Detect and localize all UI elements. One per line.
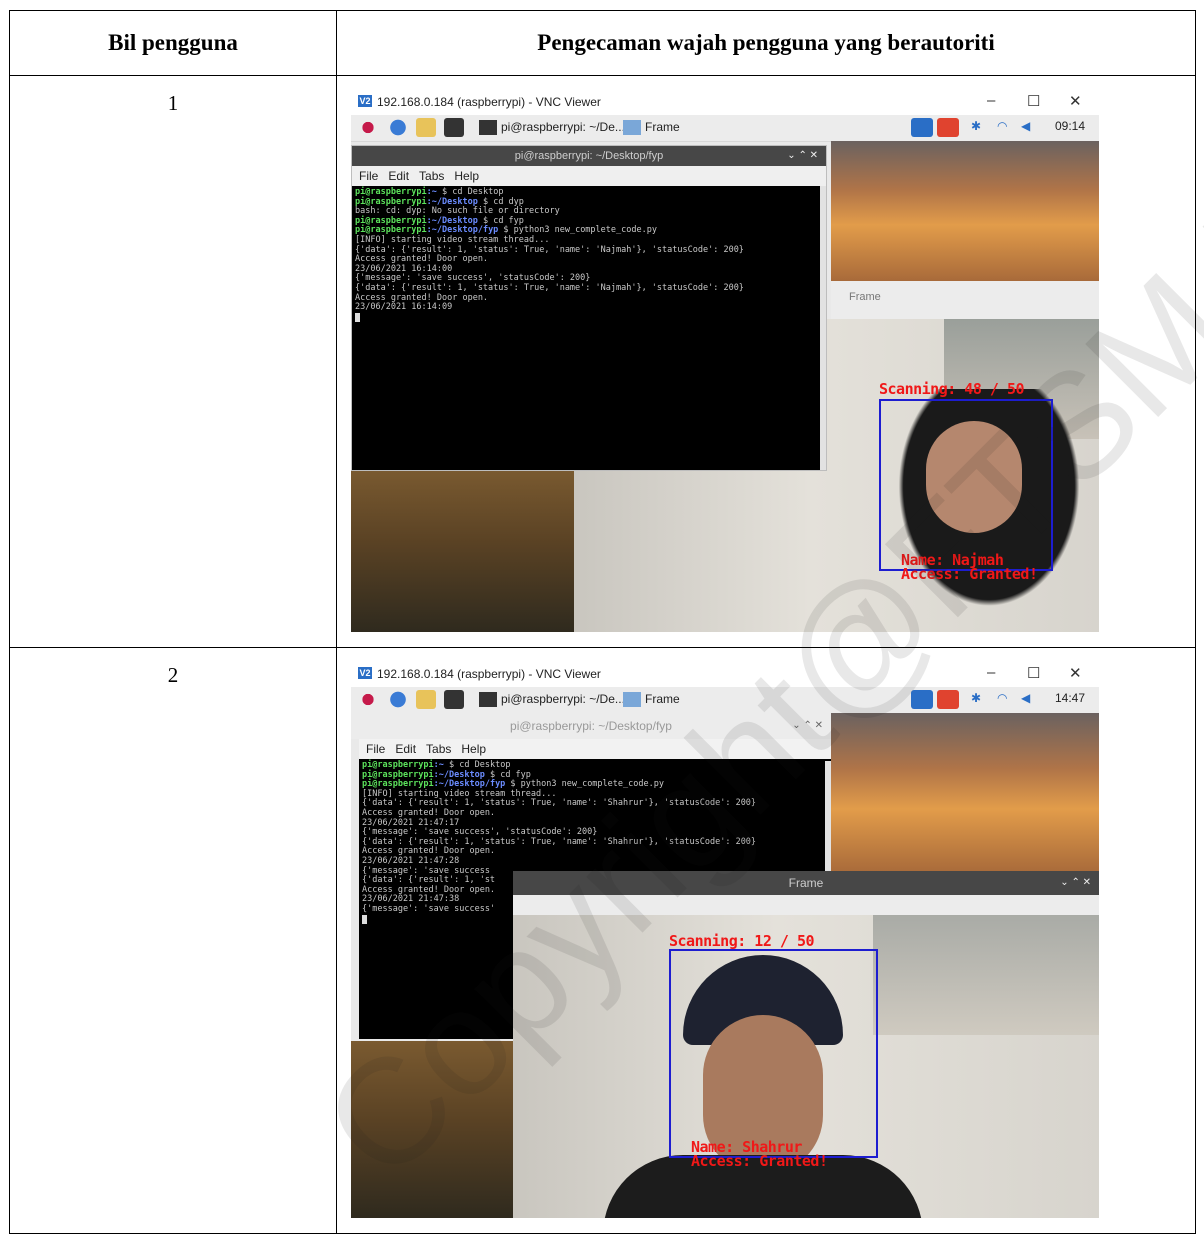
- pi-taskbar: pi@raspberrypi: ~/De... Frame ✱ ◠ ◀ 14:4…: [351, 687, 1099, 714]
- overlay-scanning: Scanning: 12 / 50: [669, 932, 815, 950]
- vnc-screenshot-2: V2 192.168.0.184 (raspberrypi) - VNC Vie…: [351, 661, 1099, 1218]
- row-2-number: 2: [9, 647, 337, 1234]
- vnc-tray-icon[interactable]: [911, 690, 933, 709]
- menu-help[interactable]: Help: [454, 169, 479, 183]
- taskbar-terminal-button[interactable]: pi@raspberrypi: ~/De...: [477, 690, 625, 709]
- close-icon[interactable]: ✕: [1069, 664, 1082, 682]
- terminal-scrollbar[interactable]: [820, 186, 826, 470]
- frame-window-header: Frame: [831, 281, 1099, 319]
- terminal-icon[interactable]: [444, 690, 464, 709]
- overlay-access: Access: Granted!: [901, 565, 1038, 583]
- browser-icon[interactable]: [388, 690, 408, 709]
- overlay-access: Access: Granted!: [691, 1152, 828, 1170]
- face-bounding-box: [669, 949, 878, 1158]
- terminal-cursor: [355, 312, 360, 322]
- vnc-titlebar: V2 192.168.0.184 (raspberrypi) - VNC Vie…: [351, 89, 1099, 115]
- terminal-titlebar: pi@raspberrypi: ~/Desktop/fyp ⌄ ⌃ ✕: [352, 146, 826, 166]
- menu-edit[interactable]: Edit: [395, 742, 416, 756]
- header-pengecaman: Pengecaman wajah pengguna yang berautori…: [336, 10, 1196, 76]
- terminal-cursor: [362, 914, 367, 924]
- wifi-icon[interactable]: ◠: [997, 119, 1007, 133]
- wall-photos: [873, 915, 1099, 1035]
- row-1-number: 1: [9, 75, 337, 648]
- vnc-titlebar: V2 192.168.0.184 (raspberrypi) - VNC Vie…: [351, 661, 1099, 687]
- desktop-wallpaper: [831, 141, 1099, 281]
- terminal-window-controls-icon[interactable]: ⌄ ⌃ ✕: [787, 146, 818, 166]
- volume-icon[interactable]: ◀: [1021, 119, 1030, 133]
- menu-help[interactable]: Help: [461, 742, 486, 756]
- header-bil-pengguna: Bil pengguna: [9, 10, 337, 76]
- desktop-wallpaper: [831, 713, 1099, 873]
- terminal-menubar: File Edit Tabs Help: [352, 166, 826, 186]
- minimize-icon[interactable]: –: [987, 92, 995, 109]
- minimize-icon[interactable]: –: [987, 664, 995, 681]
- terminal-output: pi@raspberrypi:~ $ cd Desktop pi@raspberr…: [352, 186, 826, 324]
- vnc-logo-icon: V2: [358, 95, 372, 107]
- results-table: Bil pengguna Pengecaman wajah pengguna y…: [9, 10, 1196, 1234]
- menu-edit[interactable]: Edit: [388, 169, 409, 183]
- maximize-icon[interactable]: ☐: [1027, 664, 1040, 682]
- terminal-icon[interactable]: [444, 118, 464, 137]
- bluetooth-icon[interactable]: ✱: [971, 119, 981, 133]
- vnc-window-title: 192.168.0.184 (raspberrypi) - VNC Viewer: [377, 95, 601, 109]
- raspberry-menu-icon[interactable]: [358, 118, 378, 137]
- frame-window-titlebar: Frame ⌄ ⌃ ✕: [513, 871, 1099, 895]
- terminal-titlebar: pi@raspberrypi: ~/Desktop/fyp ⌄ ⌃ ✕: [351, 713, 831, 739]
- menu-file[interactable]: File: [366, 742, 385, 756]
- frame-window-toolbar: [513, 895, 1099, 915]
- maximize-icon[interactable]: ☐: [1027, 92, 1040, 110]
- folder-icon[interactable]: [416, 118, 436, 137]
- wifi-icon[interactable]: ◠: [997, 691, 1007, 705]
- overlay-scanning: Scanning: 48 / 50: [879, 380, 1025, 398]
- taskbar-frame-button[interactable]: Frame: [621, 690, 680, 709]
- taskbar-frame-button[interactable]: Frame: [621, 118, 680, 137]
- clock: 09:14: [1055, 119, 1086, 133]
- frame-window-controls-icon[interactable]: ⌄ ⌃ ✕: [1060, 871, 1091, 895]
- desktop-wallpaper-bottom: [351, 469, 574, 632]
- row-1-screenshot-cell: V2 192.168.0.184 (raspberrypi) - VNC Vie…: [336, 75, 1196, 648]
- volume-icon[interactable]: ◀: [1021, 691, 1030, 705]
- clock: 14:47: [1055, 691, 1086, 705]
- raspberry-menu-icon[interactable]: [358, 690, 378, 709]
- browser-icon[interactable]: [388, 118, 408, 137]
- frame-label: Frame: [849, 291, 881, 303]
- menu-tabs[interactable]: Tabs: [419, 169, 444, 183]
- terminal-window-controls-icon[interactable]: ⌄ ⌃ ✕: [792, 713, 823, 739]
- vnc-logo-icon: V2: [358, 667, 372, 679]
- vnc-screenshot-1: V2 192.168.0.184 (raspberrypi) - VNC Vie…: [351, 89, 1099, 632]
- close-icon[interactable]: ✕: [1069, 92, 1082, 110]
- menu-tabs[interactable]: Tabs: [426, 742, 451, 756]
- taskbar-terminal-button[interactable]: pi@raspberrypi: ~/De...: [477, 118, 625, 137]
- terminal-menubar: File Edit Tabs Help: [359, 739, 831, 759]
- vnc-tray-icon[interactable]: [911, 118, 933, 137]
- folder-icon[interactable]: [416, 690, 436, 709]
- row-2-screenshot-cell: V2 192.168.0.184 (raspberrypi) - VNC Vie…: [336, 647, 1196, 1234]
- pi-taskbar: pi@raspberrypi: ~/De... Frame ✱ ◠ ◀ 09:1…: [351, 115, 1099, 142]
- anydesk-tray-icon[interactable]: [937, 118, 959, 137]
- bluetooth-icon[interactable]: ✱: [971, 691, 981, 705]
- face-bounding-box: [879, 399, 1053, 571]
- menu-file[interactable]: File: [359, 169, 378, 183]
- terminal-window[interactable]: pi@raspberrypi: ~/Desktop/fyp ⌄ ⌃ ✕ File E…: [351, 145, 827, 471]
- anydesk-tray-icon[interactable]: [937, 690, 959, 709]
- terminal-line: 23/06/2021 16:14:09: [355, 302, 453, 313]
- vnc-window-title: 192.168.0.184 (raspberrypi) - VNC Viewer: [377, 667, 601, 681]
